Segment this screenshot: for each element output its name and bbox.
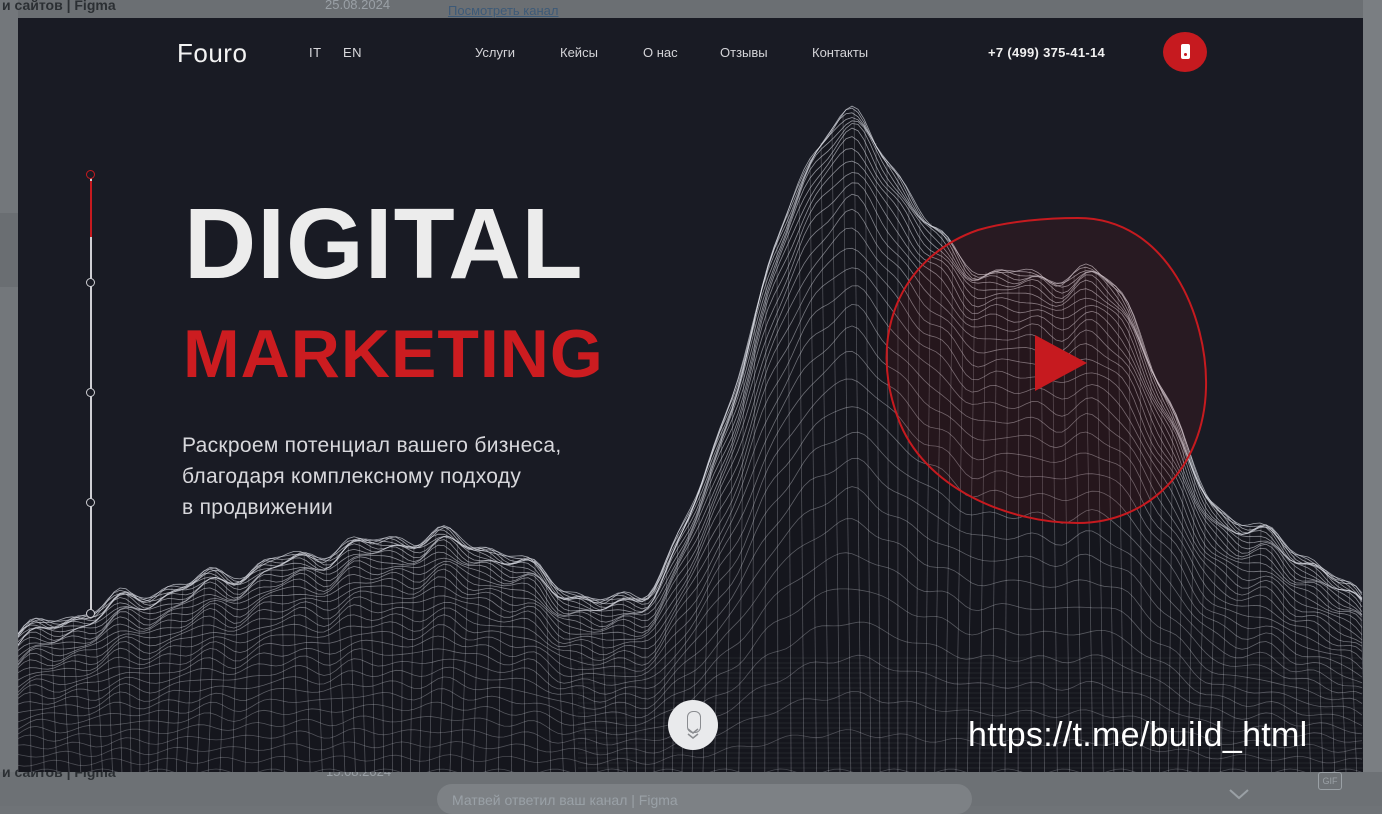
nav-reviews[interactable]: Отзывы [720,45,768,60]
slider-dot-1[interactable] [86,170,95,179]
chevrons-down-icon [687,728,699,739]
lang-it[interactable]: IT [309,45,322,60]
call-button[interactable] [1163,32,1207,72]
slider-dot-3[interactable] [86,388,95,397]
tagline-line-1: Раскроем потенциал вашего бизнеса, [182,434,562,457]
hero-banner: Fouro IT EN Услуги Кейсы О нас Отзывы Ко… [18,18,1363,772]
mobile-phone-icon [1181,44,1190,59]
nav-about[interactable]: О нас [643,45,678,60]
gif-button[interactable]: GIF [1318,772,1342,790]
hero-tagline: Раскроем потенциал вашего бизнеса, благо… [182,430,561,523]
chat-list-item-active[interactable] [0,213,18,287]
lang-en[interactable]: EN [343,45,362,60]
chat-right-edge [1363,0,1382,806]
view-channel-link[interactable]: Посмотреть канал [448,3,558,18]
scroll-down-button[interactable] [668,700,718,750]
logo[interactable]: Fouro [177,38,247,69]
chat-list-edge [0,0,18,806]
nav-contacts[interactable]: Контакты [812,45,868,60]
slider-progress [90,181,92,237]
slider-dot-2[interactable] [86,278,95,287]
chat-top-strip [18,0,1363,18]
chat-item-date-top: 25.08.2024 [325,0,391,12]
red-circle-decoration [885,216,1208,525]
slider-dot-4[interactable] [86,498,95,507]
headline-digital: DIGITAL [184,188,584,300]
phone-number[interactable]: +7 (499) 375-41-14 [988,45,1105,60]
tagline-line-3: в продвижении [182,496,334,519]
watermark-link: https://t.me/build_html [968,716,1308,754]
chat-item-title-top: и сайтов | Figma [2,0,116,13]
play-icon[interactable] [1033,333,1089,393]
tagline-line-2: благодаря комплексному подходу [182,465,522,488]
chevron-down-icon[interactable] [1228,787,1250,801]
headline-marketing: MARKETING [183,316,604,392]
slider-dot-5[interactable] [86,609,95,618]
nav-services[interactable]: Услуги [475,45,515,60]
nav-cases[interactable]: Кейсы [560,45,598,60]
